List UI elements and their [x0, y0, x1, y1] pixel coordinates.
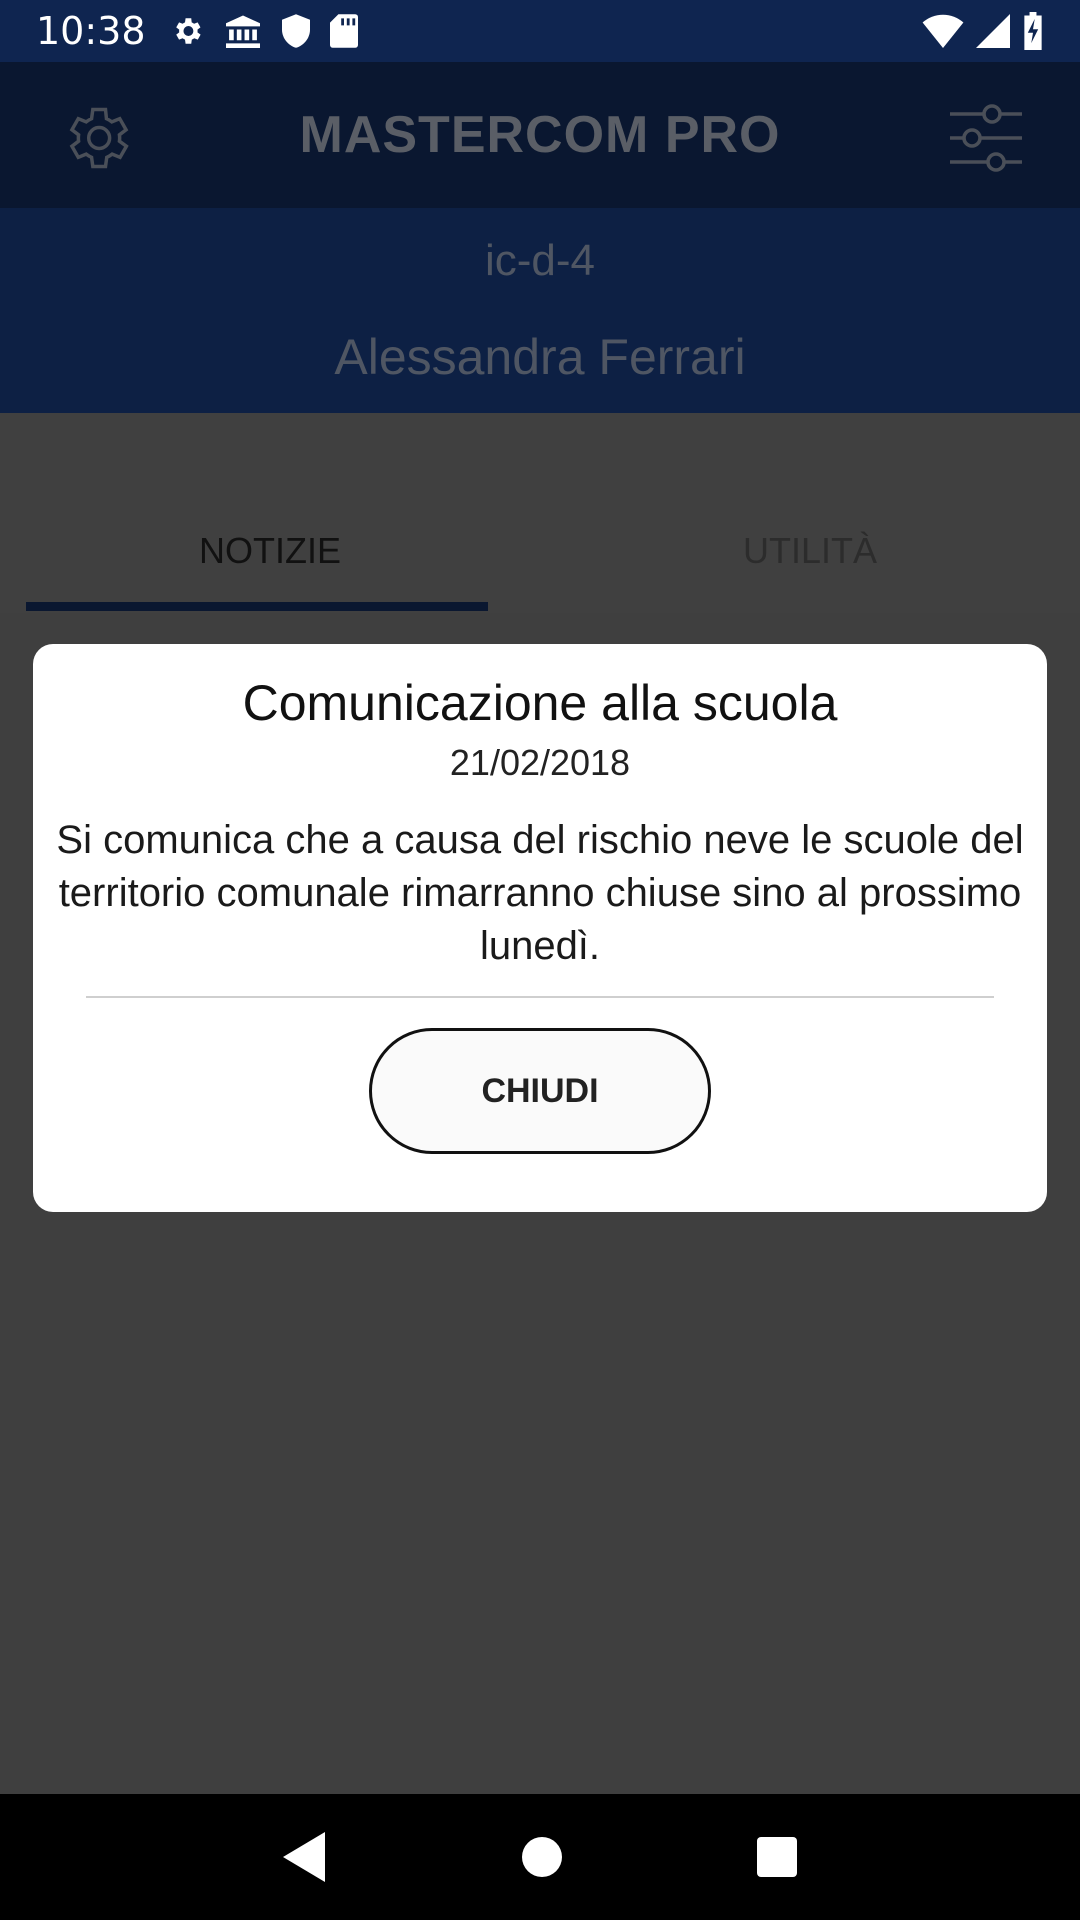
- tab-bar: NOTIZIE UTILITÀ: [0, 500, 1080, 612]
- bank-icon: [225, 15, 260, 48]
- shield-icon: [281, 14, 310, 48]
- sd-card-icon: [329, 14, 358, 48]
- signal-icon: [976, 14, 1010, 48]
- settings-icon: [175, 18, 201, 44]
- home-icon[interactable]: [522, 1837, 562, 1877]
- settings-button[interactable]: [58, 100, 134, 176]
- battery-charging-icon: [1024, 12, 1042, 50]
- tab-indicator: [26, 602, 488, 611]
- user-code: ic-d-4: [484, 236, 596, 285]
- back-icon[interactable]: [283, 1832, 327, 1882]
- status-icons-left: [170, 14, 358, 48]
- dialog-message: Si comunica che a causa del rischio neve…: [56, 818, 1024, 968]
- status-bar: 10:38: [0, 0, 1080, 62]
- filter-button[interactable]: [948, 102, 1024, 174]
- gear-icon: [69, 107, 129, 169]
- recents-icon[interactable]: [757, 1837, 797, 1877]
- sliders-icon: [950, 104, 1022, 172]
- dialog-divider: [86, 996, 994, 998]
- app-bar: MASTERCOM PRO: [0, 62, 1080, 208]
- status-time: 10:38: [36, 9, 146, 53]
- message-dialog: Comunicazione alla scuola 21/02/2018 Si …: [33, 644, 1047, 1212]
- close-button[interactable]: CHIUDI: [369, 1028, 711, 1154]
- app-title: MASTERCOM PRO: [299, 106, 781, 164]
- status-icons-right: [922, 12, 1044, 50]
- wifi-icon: [922, 14, 964, 48]
- navigation-bar: [0, 1794, 1080, 1920]
- dialog-date: 21/02/2018: [449, 742, 631, 783]
- dialog-title: Comunicazione alla scuola: [242, 675, 838, 731]
- user-name: Alessandra Ferrari: [334, 329, 746, 385]
- user-info: ic-d-4 Alessandra Ferrari: [0, 208, 1080, 413]
- tab-utilita[interactable]: UTILITÀ: [540, 500, 1080, 612]
- tab-notizie[interactable]: NOTIZIE: [0, 500, 540, 612]
